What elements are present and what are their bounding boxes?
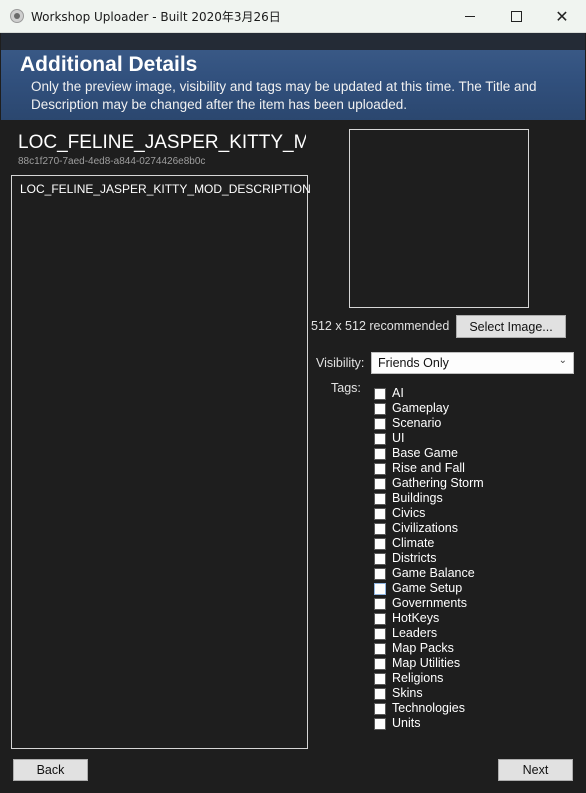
tag-item[interactable]: Gameplay	[374, 401, 564, 416]
tag-checkbox[interactable]	[374, 628, 386, 640]
tag-item[interactable]: Base Game	[374, 446, 564, 461]
description-box: LOC_FELINE_JASPER_KITTY_MOD_DESCRIPTION	[11, 175, 311, 749]
tag-checkbox[interactable]	[374, 583, 386, 595]
tag-checkbox[interactable]	[374, 643, 386, 655]
app-icon	[10, 9, 24, 23]
tag-item[interactable]: AI	[374, 386, 564, 401]
tag-item[interactable]: Governments	[374, 596, 564, 611]
visibility-dropdown[interactable]: Friends Only ⌄	[371, 352, 574, 374]
tag-label: Civilizations	[392, 521, 458, 535]
item-id: 88c1f270-7aed-4ed8-a844-0274426e8b0c	[18, 156, 206, 167]
tag-list: AI Gameplay Scenario UI Base Game Rise and Fa…	[374, 386, 564, 731]
chevron-down-icon: ⌄	[558, 355, 567, 366]
tag-label: Religions	[392, 671, 444, 685]
tag-item[interactable]: Gathering Storm	[374, 476, 564, 491]
tag-checkbox[interactable]	[374, 538, 386, 550]
tag-item[interactable]: Scenario	[374, 416, 564, 431]
tag-label: Districts	[392, 551, 437, 565]
tag-item[interactable]: Game Setup	[374, 581, 564, 596]
tag-item[interactable]: Rise and Fall	[374, 461, 564, 476]
close-button[interactable]: ✕	[539, 0, 585, 32]
tag-label: Game Balance	[392, 566, 475, 580]
maximize-button[interactable]	[493, 0, 539, 32]
tag-item[interactable]: Units	[374, 716, 564, 731]
visibility-label: Visibility:	[316, 356, 365, 370]
tag-checkbox[interactable]	[374, 508, 386, 520]
tag-checkbox[interactable]	[374, 658, 386, 670]
tag-label: AI	[392, 386, 404, 400]
window-title: Workshop Uploader - Built 2020年3月26日	[31, 10, 281, 24]
tag-label: HotKeys	[392, 611, 440, 625]
title-bar: Workshop Uploader - Built 2020年3月26日 ✕	[0, 0, 586, 33]
header-strip	[1, 33, 585, 50]
tag-label: Buildings	[392, 491, 443, 505]
tag-checkbox[interactable]	[374, 448, 386, 460]
tag-item[interactable]: Religions	[374, 671, 564, 686]
minimize-button[interactable]	[447, 0, 493, 32]
tag-checkbox[interactable]	[374, 673, 386, 685]
tags-label: Tags:	[331, 381, 361, 395]
tag-checkbox[interactable]	[374, 703, 386, 715]
tag-item[interactable]: Civilizations	[374, 521, 564, 536]
item-title: LOC_FELINE_JASPER_KITTY_MOD_	[18, 132, 306, 153]
tag-label: Game Setup	[392, 581, 463, 595]
tag-label: Skins	[392, 686, 423, 700]
back-button[interactable]: Back	[13, 759, 88, 781]
tag-checkbox[interactable]	[374, 388, 386, 400]
select-image-button[interactable]: Select Image...	[456, 315, 566, 338]
tag-checkbox[interactable]	[374, 493, 386, 505]
tag-label: Units	[392, 716, 421, 730]
tag-item[interactable]: Districts	[374, 551, 564, 566]
tag-label: Base Game	[392, 446, 459, 460]
tag-checkbox[interactable]	[374, 568, 386, 580]
tag-label: Scenario	[392, 416, 442, 430]
tag-item[interactable]: Buildings	[374, 491, 564, 506]
tag-label: Map Packs	[392, 641, 454, 655]
tag-checkbox[interactable]	[374, 613, 386, 625]
tag-checkbox[interactable]	[374, 418, 386, 430]
tag-checkbox[interactable]	[374, 688, 386, 700]
item-description: LOC_FELINE_JASPER_KITTY_MOD_DESCRIPTION	[20, 182, 311, 196]
next-button[interactable]: Next	[498, 759, 573, 781]
tag-item[interactable]: Map Utilities	[374, 656, 564, 671]
tag-checkbox[interactable]	[374, 403, 386, 415]
tag-checkbox[interactable]	[374, 523, 386, 535]
tag-checkbox[interactable]	[374, 433, 386, 445]
tag-checkbox[interactable]	[374, 463, 386, 475]
tag-label: Civics	[392, 506, 426, 520]
tag-item[interactable]: Leaders	[374, 626, 564, 641]
tag-item[interactable]: Game Balance	[374, 566, 564, 581]
minimize-icon	[465, 15, 475, 17]
tag-label: Map Utilities	[392, 656, 461, 670]
visibility-value: Friends Only	[378, 356, 449, 370]
page-header: Additional Details Only the preview imag…	[1, 33, 585, 120]
maximize-icon	[510, 10, 522, 22]
tag-label: UI	[392, 431, 405, 445]
tag-checkbox[interactable]	[374, 553, 386, 565]
tag-item[interactable]: UI	[374, 431, 564, 446]
tag-item[interactable]: HotKeys	[374, 611, 564, 626]
tag-label: Climate	[392, 536, 435, 550]
tag-label: Technologies	[392, 701, 465, 715]
tag-item[interactable]: Map Packs	[374, 641, 564, 656]
tag-item[interactable]: Technologies	[374, 701, 564, 716]
tag-item[interactable]: Civics	[374, 506, 564, 521]
tag-label: Gameplay	[392, 401, 449, 415]
tag-label: Governments	[392, 596, 468, 610]
page-description: Only the preview image, visibility and t…	[31, 79, 537, 112]
preview-image-box	[349, 129, 529, 308]
tag-checkbox[interactable]	[374, 718, 386, 730]
tag-checkbox[interactable]	[374, 598, 386, 610]
close-icon: ✕	[555, 6, 569, 26]
tag-label: Gathering Storm	[392, 476, 484, 490]
tag-checkbox[interactable]	[374, 478, 386, 490]
tag-item[interactable]: Climate	[374, 536, 564, 551]
page-title: Additional Details	[20, 53, 198, 76]
tag-label: Leaders	[392, 626, 438, 640]
image-size-hint: 512 x 512 recommended	[311, 319, 450, 333]
tag-item[interactable]: Skins	[374, 686, 564, 701]
tag-label: Rise and Fall	[392, 461, 465, 475]
